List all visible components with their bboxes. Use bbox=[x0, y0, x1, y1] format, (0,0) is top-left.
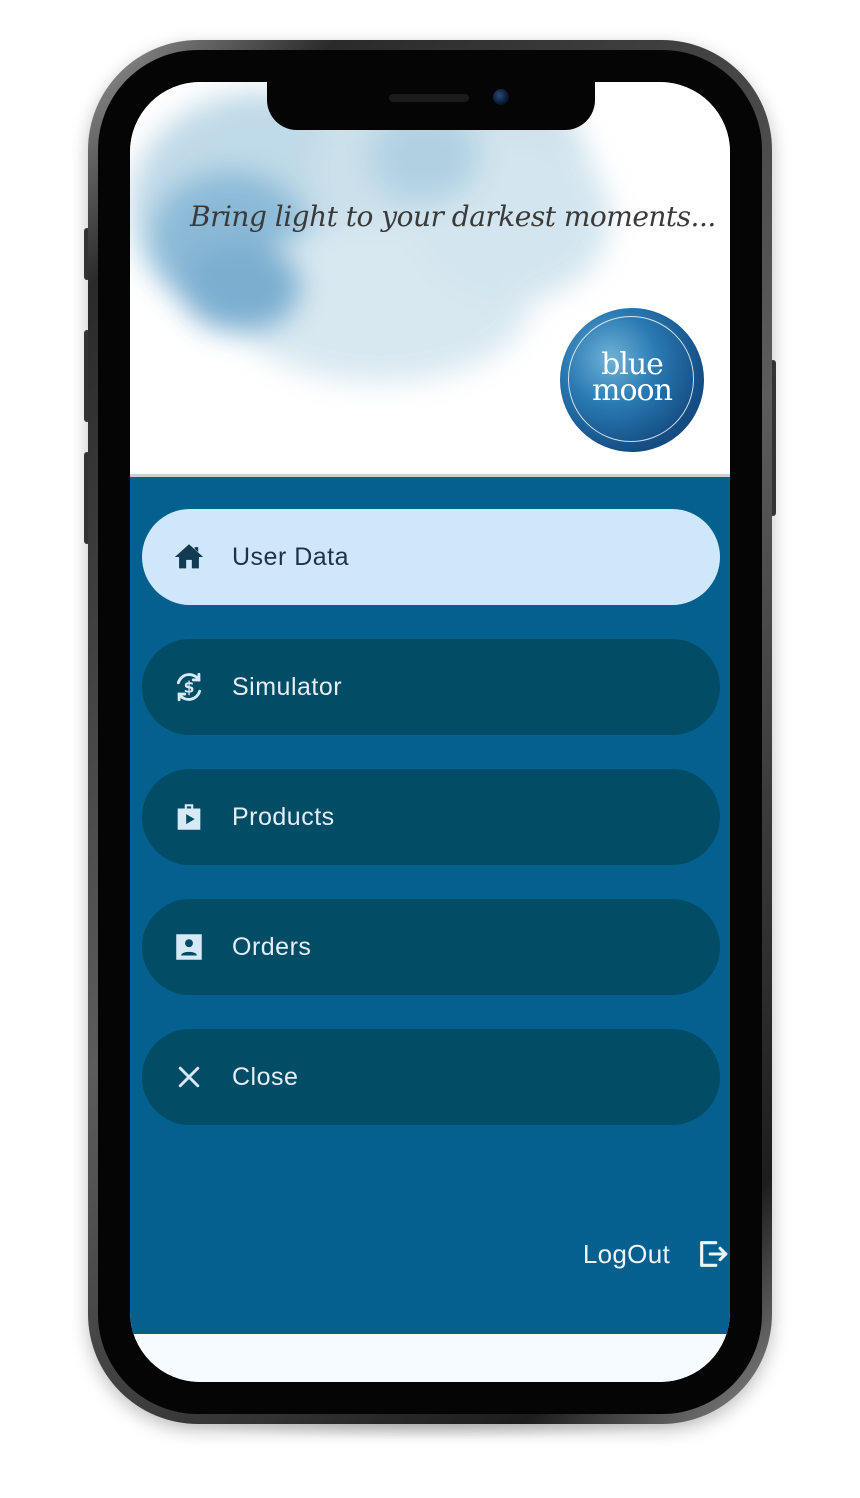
menu-item-label: Products bbox=[232, 802, 335, 831]
tagline: Bring light to your darkest moments... bbox=[190, 200, 716, 233]
menu-item-user-data[interactable]: User Data bbox=[142, 509, 720, 605]
currency-exchange-icon: $ bbox=[172, 670, 206, 704]
shop-bag-icon bbox=[172, 800, 206, 834]
front-camera bbox=[493, 89, 509, 105]
menu-item-label: Simulator bbox=[232, 672, 343, 701]
menu-item-simulator[interactable]: $ Simulator bbox=[142, 639, 720, 735]
app-bottom-area bbox=[130, 1334, 730, 1382]
logout-label: LogOut bbox=[582, 1238, 670, 1269]
menu-item-label: User Data bbox=[232, 542, 350, 571]
home-icon bbox=[172, 540, 206, 574]
drawer-header: Bring light to your darkest moments... b… bbox=[130, 82, 730, 474]
svg-text:$: $ bbox=[184, 679, 195, 697]
blue-moon-logo: blue moon bbox=[560, 308, 704, 452]
notch bbox=[267, 82, 595, 130]
close-icon bbox=[172, 1060, 206, 1094]
phone-frame: Bring light to your darkest moments... b… bbox=[88, 40, 772, 1424]
menu-item-products[interactable]: Products bbox=[142, 769, 720, 865]
logout-icon bbox=[696, 1237, 730, 1271]
menu-item-close[interactable]: Close bbox=[142, 1029, 720, 1125]
speaker-grille bbox=[389, 94, 469, 102]
app-screen: Bring light to your darkest moments... b… bbox=[130, 82, 730, 1382]
menu-item-orders[interactable]: Orders bbox=[142, 899, 720, 995]
menu-item-label: Orders bbox=[232, 932, 312, 961]
logout-button[interactable]: LogOut bbox=[583, 1237, 730, 1271]
contact-card-icon bbox=[172, 930, 206, 964]
navigation-drawer: User Data $ Simulator Products Orders Cl… bbox=[130, 474, 730, 1337]
menu-item-label: Close bbox=[232, 1062, 299, 1091]
